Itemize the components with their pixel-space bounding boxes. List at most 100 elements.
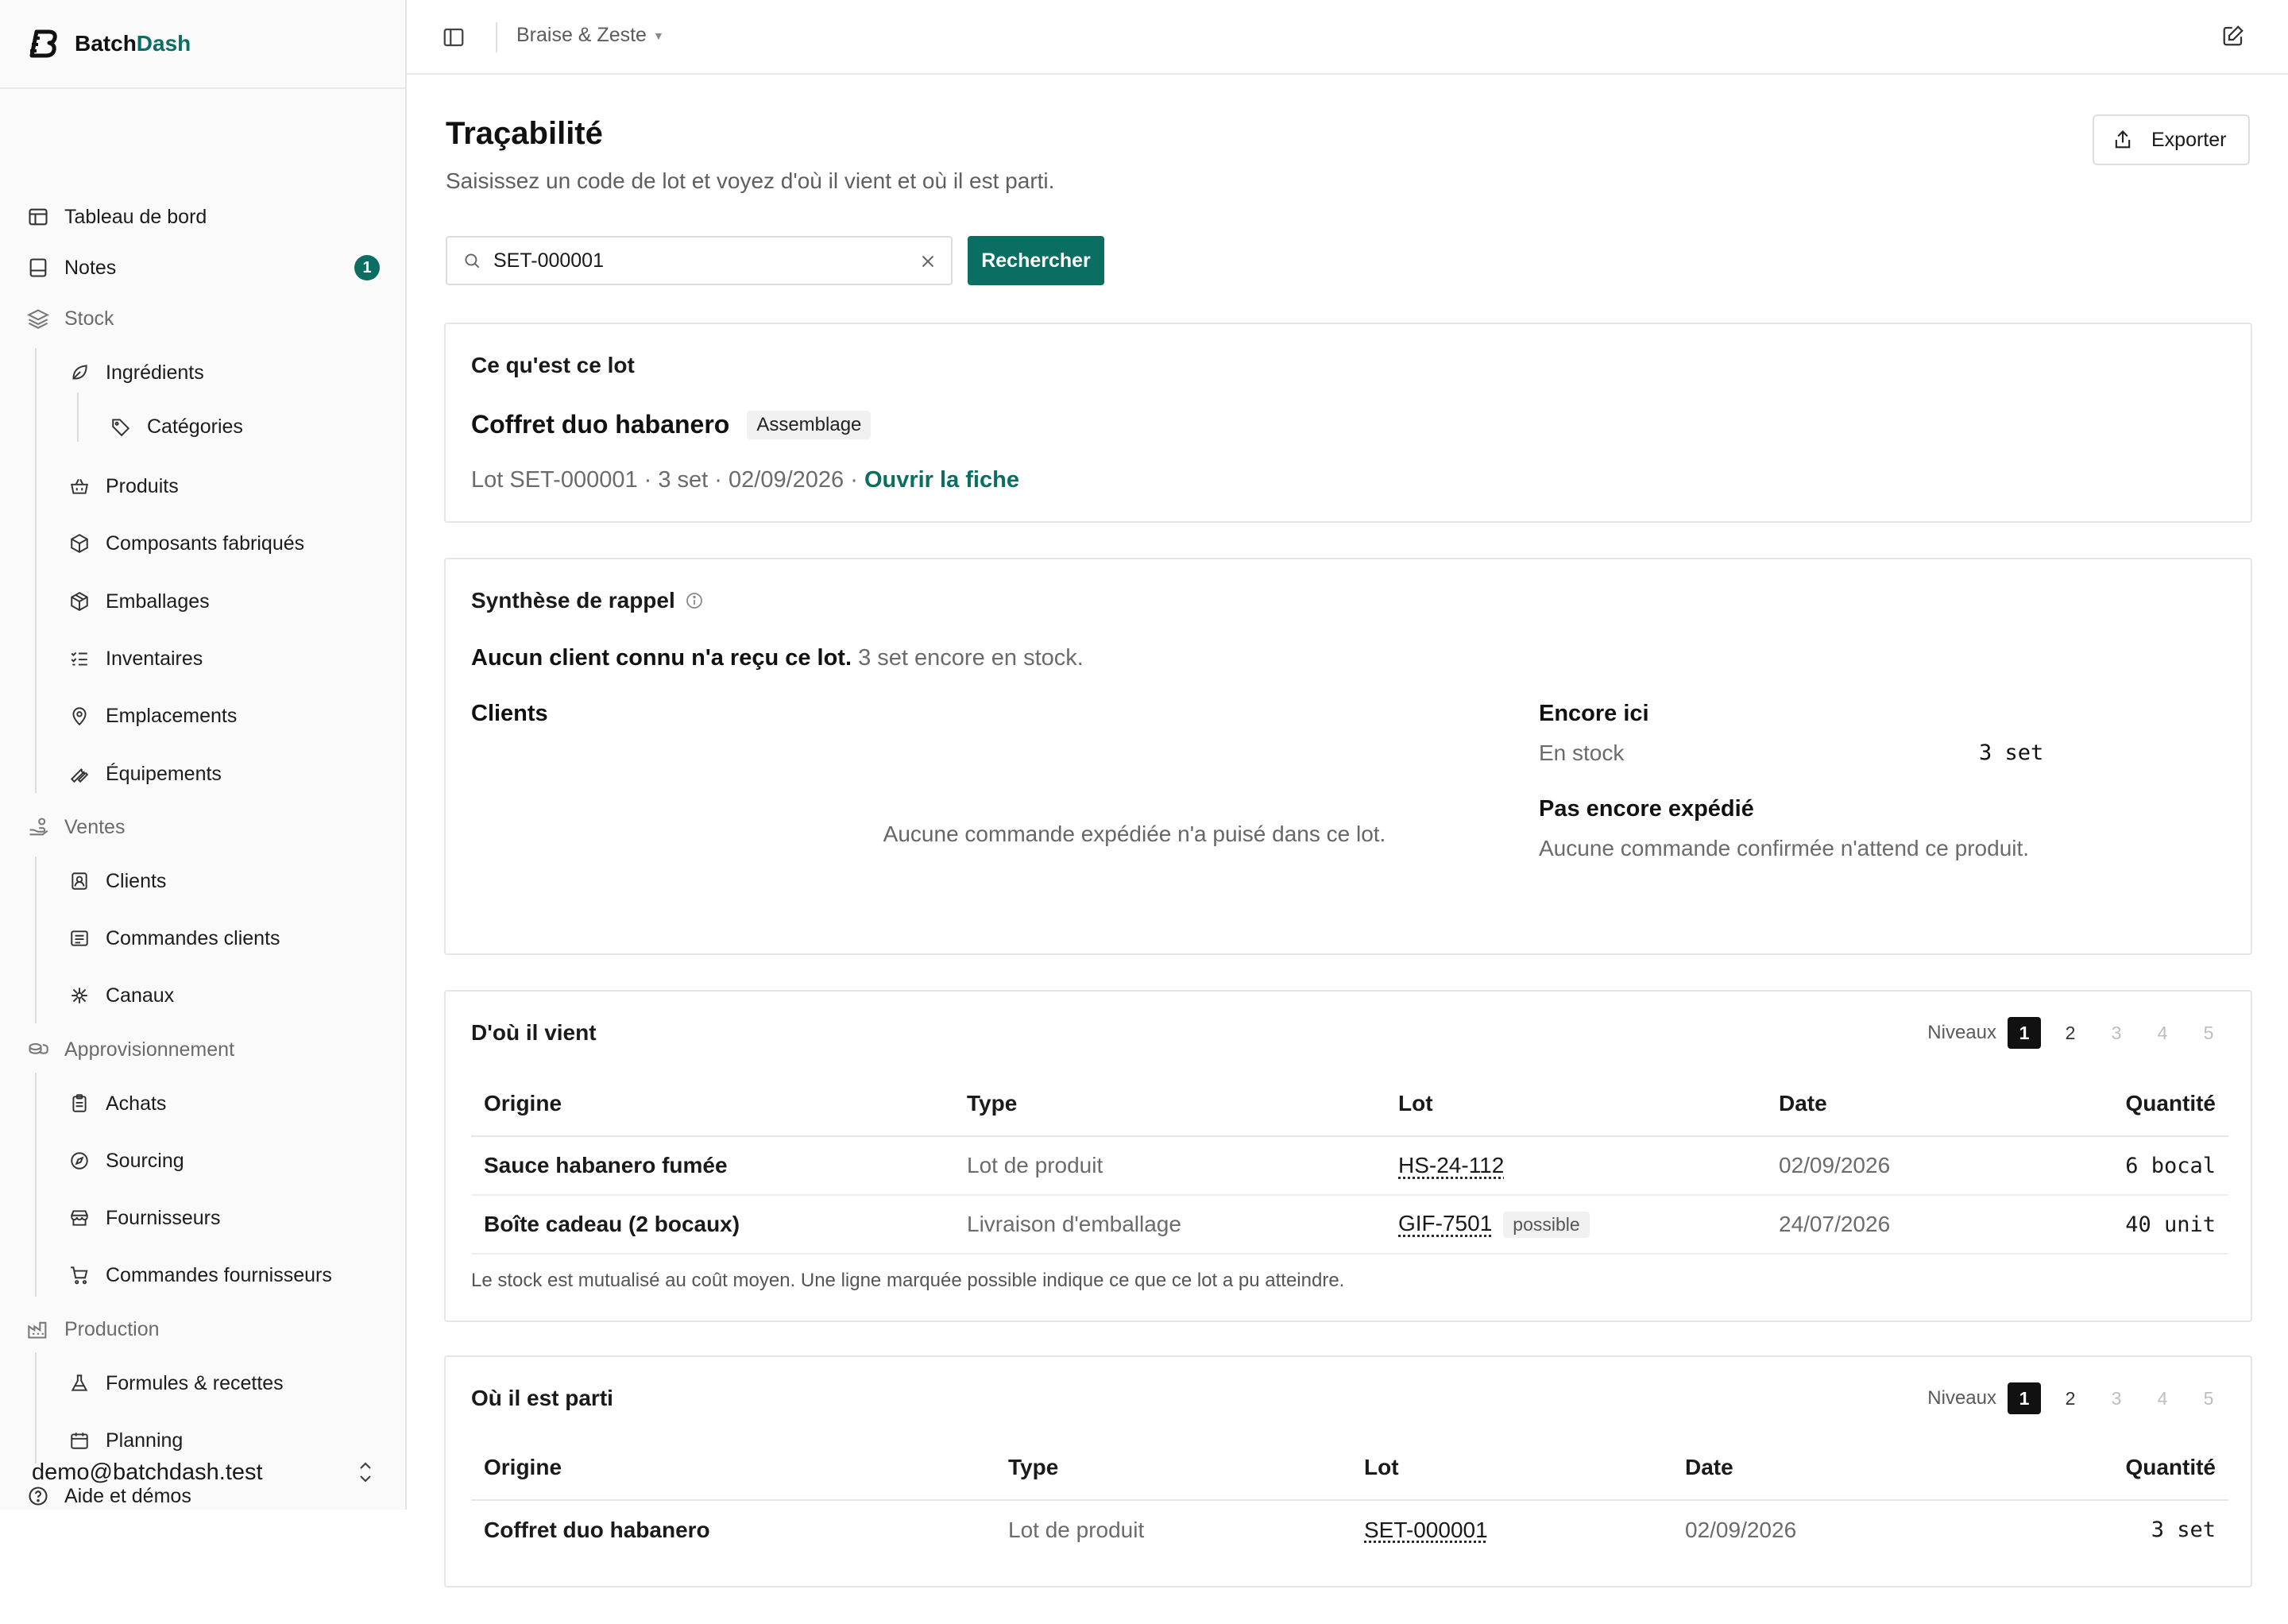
sidebar-item-composants[interactable]: Composants fabriqués [0, 521, 405, 566]
lot-link[interactable]: HS-24-112 [1398, 1153, 1504, 1177]
page-title: Traçabilité [446, 116, 603, 151]
list-checks-icon [68, 647, 91, 671]
sidebar-group-ventes[interactable]: Ventes [0, 805, 405, 849]
level-2-button[interactable]: 2 [2054, 1017, 2087, 1049]
search-button[interactable]: Rechercher [968, 236, 1104, 285]
table-header: Origine Type Lot Date Quantité [471, 1435, 2228, 1501]
in-stock-value: 3 set [1979, 740, 2044, 765]
share-icon [2112, 129, 2134, 151]
lot-meta: Lot SET-000001 · 3 set · 02/09/2026 · [471, 467, 864, 493]
brand-name: BatchDash [75, 31, 191, 56]
level-4-button[interactable]: 4 [2146, 1017, 2179, 1049]
store-icon [68, 1206, 91, 1230]
info-icon[interactable] [685, 591, 704, 610]
user-menu[interactable]: demo@batchdash.test [0, 1446, 405, 1498]
downstream-title: Où il est parti [471, 1386, 613, 1410]
in-stock-label: En stock [1539, 740, 1625, 765]
level-4-button[interactable]: 4 [2146, 1382, 2179, 1414]
layers-icon [26, 307, 50, 331]
basket-icon [68, 474, 91, 498]
clear-icon[interactable] [918, 251, 938, 272]
sidebar-item-categories[interactable]: Catégories [0, 404, 405, 449]
table-header: Origine Type Lot Date Quantité [471, 1071, 2228, 1137]
sidebar-item-achats[interactable]: Achats [0, 1081, 405, 1126]
wrench-icon [68, 762, 91, 786]
search-value: SET-000001 [493, 249, 604, 272]
sidebar-item-emplacements[interactable]: Emplacements [0, 694, 405, 738]
batchdash-logo-icon [27, 27, 60, 60]
box-icon [68, 532, 91, 555]
upstream-level-selector: Niveaux 1 2 3 4 5 [1927, 1017, 2225, 1049]
compose-icon[interactable] [2221, 24, 2248, 51]
open-lot-link[interactable]: Ouvrir la fiche [864, 467, 1019, 493]
level-1-button[interactable]: 1 [2008, 1382, 2041, 1414]
lot-product-name: Coffret duo habanero [471, 410, 730, 439]
sidebar-item-ingredients[interactable]: Ingrédients [0, 350, 405, 395]
not-shipped-title: Pas encore expédié [1539, 796, 1754, 822]
sidebar-toggle-icon[interactable] [442, 25, 467, 51]
lot-link[interactable]: SET-000001 [1364, 1518, 1488, 1542]
sidebar-item-inventaires[interactable]: Inventaires [0, 636, 405, 681]
lot-search-input[interactable]: SET-000001 [446, 236, 953, 285]
hand-coins-icon [26, 815, 50, 839]
table-row: Coffret duo habanero Lot de produit SET-… [484, 1517, 2216, 1543]
tag-icon [109, 415, 133, 439]
sidebar-group-approvisionnement[interactable]: Approvisionnement [0, 1027, 405, 1072]
recall-summary-bold: Aucun client connu n'a reçu ce lot. [471, 645, 852, 671]
factory-icon [26, 1317, 50, 1341]
user-email: demo@batchdash.test [32, 1459, 263, 1485]
workspace-switcher[interactable]: Braise & Zeste ▼ [516, 24, 664, 47]
level-3-button[interactable]: 3 [2100, 1017, 2133, 1049]
sidebar-item-equipements[interactable]: Équipements [0, 752, 405, 796]
lot-link[interactable]: GIF-7501 [1398, 1211, 1492, 1235]
sidebar-group-production[interactable]: Production [0, 1307, 405, 1351]
table-row: Boîte cadeau (2 bocaux) Livraison d'emba… [471, 1195, 2228, 1255]
upstream-title: D'où il vient [471, 1020, 597, 1045]
sidebar-item-notes[interactable]: Notes 1 [0, 246, 405, 290]
sidebar-item-formules[interactable]: Formules & recettes [0, 1361, 405, 1406]
sidebar-item-produits[interactable]: Produits [0, 464, 405, 508]
network-icon [68, 984, 91, 1007]
map-pin-icon [68, 704, 91, 728]
coins-icon [26, 1038, 50, 1061]
downstream-table: Origine Type Lot Date Quantité Coffret d… [471, 1435, 2228, 1559]
level-2-button[interactable]: 2 [2054, 1382, 2087, 1414]
upstream-table: Origine Type Lot Date Quantité Sauce hab… [471, 1071, 2228, 1255]
still-here-title: Encore ici [1539, 701, 1649, 726]
level-5-button[interactable]: 5 [2192, 1017, 2225, 1049]
topbar-divider [496, 22, 497, 52]
sidebar-item-commandes-clients[interactable]: Commandes clients [0, 916, 405, 961]
downstream-level-selector: Niveaux 1 2 3 4 5 [1927, 1382, 2225, 1414]
receipt-icon [68, 926, 91, 950]
sidebar-item-clients[interactable]: Clients [0, 859, 405, 903]
clients-title: Clients [471, 701, 548, 726]
lot-card-title: Ce qu'est ce lot [471, 353, 635, 377]
topbar: Braise & Zeste ▼ [407, 0, 2288, 75]
cart-icon [68, 1263, 91, 1287]
brand[interactable]: BatchDash [0, 0, 405, 89]
caret-down-icon: ▼ [652, 29, 664, 42]
sidebar-item-emballages[interactable]: Emballages [0, 579, 405, 624]
sidebar-item-dashboard[interactable]: Tableau de bord [0, 195, 405, 239]
not-shipped-text: Aucune commande confirmée n'attend ce pr… [1539, 836, 2030, 860]
downstream-card: Où il est parti Niveaux 1 2 3 4 5 Origin… [444, 1355, 2252, 1587]
level-5-button[interactable]: 5 [2192, 1382, 2225, 1414]
sidebar-item-canaux[interactable]: Canaux [0, 973, 405, 1018]
clipboard-icon [68, 1092, 91, 1116]
recall-title: Synthèse de rappel [471, 588, 675, 613]
search-icon [462, 250, 482, 271]
level-1-button[interactable]: 1 [2008, 1017, 2041, 1049]
sidebar-group-stock[interactable]: Stock [0, 296, 405, 341]
level-3-button[interactable]: 3 [2100, 1382, 2133, 1414]
sidebar-item-sourcing[interactable]: Sourcing [0, 1139, 405, 1183]
export-button[interactable]: Exporter [2093, 114, 2250, 165]
possible-badge: possible [1503, 1212, 1590, 1238]
page-subtitle: Saisissez un code de lot et voyez d'où i… [446, 168, 1055, 193]
sidebar-item-fournisseurs[interactable]: Fournisseurs [0, 1196, 405, 1240]
table-row: Sauce habanero fumée Lot de produit HS-2… [471, 1136, 2228, 1196]
chevrons-up-down-icon [356, 1460, 375, 1485]
lot-summary-card: Ce qu'est ce lot Coffret duo habanero As… [444, 323, 2252, 523]
leaf-icon [68, 361, 91, 385]
upstream-card: D'où il vient Niveaux 1 2 3 4 5 Origine … [444, 990, 2252, 1322]
sidebar-item-commandes-fournisseurs[interactable]: Commandes fournisseurs [0, 1253, 405, 1297]
